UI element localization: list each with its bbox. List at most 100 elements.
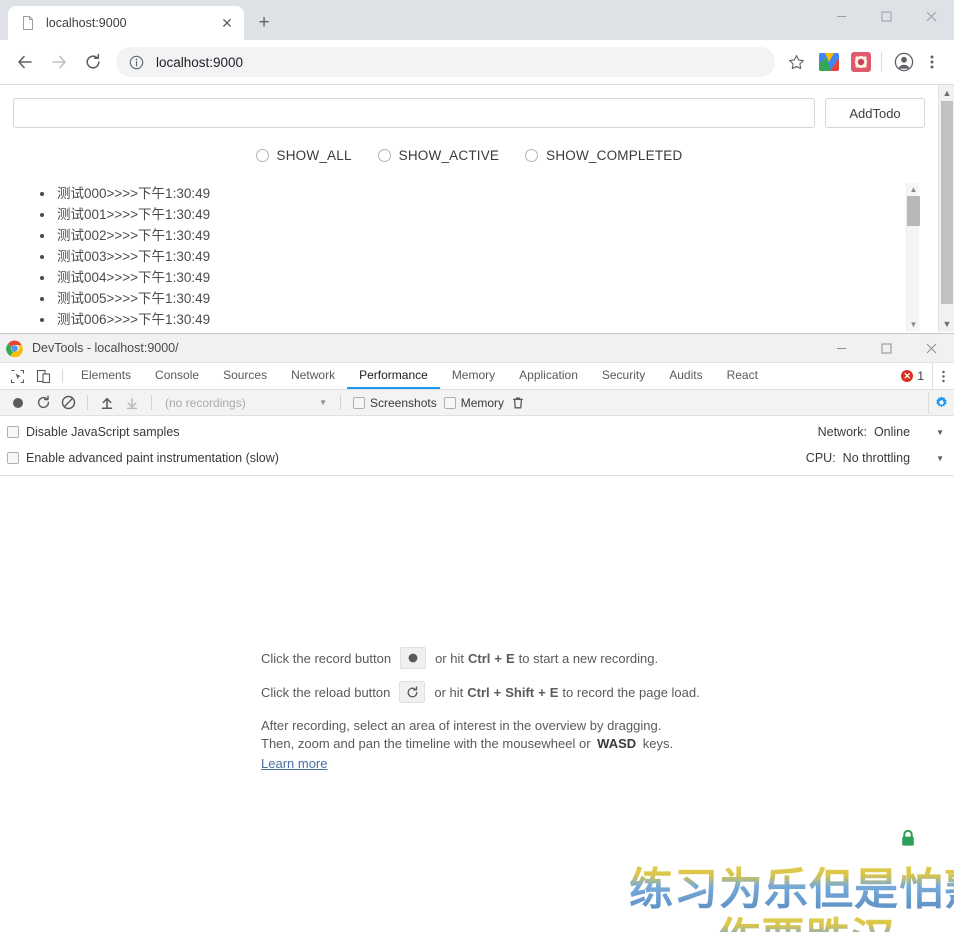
tab-performance[interactable]: Performance [347, 363, 440, 389]
tab-console[interactable]: Console [143, 363, 211, 389]
close-icon[interactable]: ✕ [218, 14, 236, 32]
shortcut-plus: + [538, 684, 546, 700]
reload-icon[interactable] [399, 681, 426, 703]
network-throttle-dropdown[interactable]: Online ▼ [874, 425, 944, 439]
clear-no-entry-icon[interactable] [57, 392, 79, 414]
filter-label: SHOW_ACTIVE [398, 148, 500, 163]
filter-show-completed[interactable]: SHOW_COMPLETED [525, 148, 682, 163]
record-circle-icon[interactable] [7, 392, 29, 414]
error-badge[interactable]: ✕ 1 [901, 363, 932, 389]
radio-icon[interactable] [255, 149, 269, 162]
profile-avatar-icon[interactable] [890, 48, 918, 76]
checkbox-icon[interactable] [7, 426, 19, 438]
tab-title: localhost:9000 [46, 16, 127, 30]
download-arrow-icon[interactable] [121, 392, 143, 414]
list-item[interactable]: 测试003>>>>下午1:30:49 [55, 246, 925, 267]
list-item[interactable]: 测试001>>>>下午1:30:49 [55, 204, 925, 225]
todo-text-input[interactable] [13, 98, 815, 128]
recordings-dropdown[interactable]: (no recordings) ▼ [160, 393, 332, 413]
checkbox-icon[interactable] [443, 396, 456, 409]
document-icon [20, 15, 36, 31]
filter-label: SHOW_COMPLETED [546, 148, 683, 163]
screenshots-checkbox[interactable]: Screenshots [353, 396, 437, 410]
advanced-paint-checkbox[interactable]: Enable advanced paint instrumentation (s… [7, 451, 279, 465]
toolbar-right [928, 391, 954, 414]
minimize-icon[interactable] [819, 0, 864, 32]
list-item[interactable]: 测试002>>>>下午1:30:49 [55, 225, 925, 246]
radio-icon[interactable] [525, 149, 539, 162]
landing-reload-line: Click the reload button or hit Ctrl + Sh… [261, 681, 700, 703]
landing-paragraph: After recording, select an area of inter… [261, 717, 693, 773]
performance-toolbar: (no recordings) ▼ Screenshots Memory [0, 390, 954, 416]
scroll-up-arrow-icon[interactable]: ▲ [907, 183, 920, 196]
scrollbar-thumb[interactable] [907, 196, 920, 226]
trash-icon[interactable] [507, 392, 529, 414]
cpu-throttle-dropdown[interactable]: No throttling ▼ [843, 451, 944, 465]
back-arrow-icon[interactable] [8, 45, 42, 79]
advanced-paint-label: Enable advanced paint instrumentation (s… [26, 451, 279, 465]
tab-react[interactable]: React [715, 363, 770, 389]
learn-more-link[interactable]: Learn more [261, 755, 327, 773]
shortcut-e: E [505, 650, 515, 666]
shortcut-e: E [549, 684, 559, 700]
close-icon[interactable] [909, 0, 954, 32]
shortcut-shift: Shift [505, 684, 535, 700]
new-tab-button[interactable]: + [250, 9, 278, 37]
tab-sources[interactable]: Sources [211, 363, 279, 389]
tab-audits[interactable]: Audits [657, 363, 714, 389]
close-icon[interactable] [909, 334, 954, 363]
forward-arrow-icon[interactable] [42, 45, 76, 79]
record-circle-icon[interactable] [400, 647, 427, 669]
list-item[interactable]: 测试004>>>>下午1:30:49 [55, 267, 925, 288]
devtools-title: DevTools - localhost:9000/ [32, 341, 179, 355]
chrome-logo-icon [6, 340, 23, 357]
checkbox-icon[interactable] [353, 396, 365, 409]
scroll-down-arrow-icon[interactable]: ▼ [939, 316, 954, 332]
checkbox-icon[interactable] [7, 452, 19, 464]
maximize-icon[interactable] [864, 334, 909, 363]
address-bar[interactable]: localhost:9000 [116, 47, 775, 77]
extension-colorful-icon[interactable] [817, 50, 841, 74]
list-item[interactable]: 测试000>>>>下午1:30:49 [55, 183, 925, 204]
add-todo-button[interactable]: AddTodo [825, 98, 925, 128]
three-dot-menu-icon[interactable] [918, 48, 946, 76]
disable-js-samples-label: Disable JavaScript samples [26, 425, 180, 439]
gear-icon[interactable] [928, 391, 954, 414]
page-scrollbar[interactable]: ▲ ▼ [938, 85, 954, 332]
filter-show-active[interactable]: SHOW_ACTIVE [377, 148, 500, 163]
todo-list-scrollbar[interactable]: ▲ ▼ [906, 183, 920, 331]
extension-red-icon[interactable] [849, 50, 873, 74]
toolbar-divider [151, 395, 152, 410]
upload-arrow-icon[interactable] [96, 392, 118, 414]
tab-elements[interactable]: Elements [69, 363, 143, 389]
inspect-element-icon[interactable] [4, 363, 30, 389]
tab-application[interactable]: Application [507, 363, 590, 389]
list-item[interactable]: 测试006>>>>下午1:30:49 [55, 309, 925, 330]
browser-tab[interactable]: localhost:9000 ✕ [8, 6, 244, 40]
reload-icon[interactable] [76, 45, 110, 79]
scroll-down-arrow-icon[interactable]: ▼ [907, 318, 920, 331]
reload-record-icon[interactable] [32, 392, 54, 414]
page-info-icon[interactable] [128, 54, 144, 70]
radio-icon[interactable] [377, 149, 391, 162]
maximize-icon[interactable] [864, 0, 909, 32]
toolbar-divider [62, 369, 63, 383]
tab-security[interactable]: Security [590, 363, 657, 389]
tab-strip: localhost:9000 ✕ + [0, 0, 954, 40]
list-item[interactable]: 测试005>>>>下午1:30:49 [55, 288, 925, 309]
device-toolbar-icon[interactable] [30, 363, 56, 389]
scrollbar-thumb[interactable] [941, 101, 953, 304]
filter-show-all[interactable]: SHOW_ALL [255, 148, 352, 163]
tab-memory[interactable]: Memory [440, 363, 507, 389]
bookmark-star-icon[interactable] [783, 49, 809, 75]
reload-line-prefix: Click the reload button [261, 684, 391, 700]
three-dot-menu-icon[interactable] [932, 363, 954, 389]
network-throttle-group: Network: Online ▼ [818, 425, 944, 439]
memory-checkbox[interactable]: Memory [443, 396, 504, 410]
scroll-up-arrow-icon[interactable]: ▲ [939, 85, 954, 101]
devtools-window-controls [819, 334, 954, 363]
minimize-icon[interactable] [819, 334, 864, 363]
disable-js-samples-checkbox[interactable]: Disable JavaScript samples [7, 425, 180, 439]
tab-network[interactable]: Network [279, 363, 347, 389]
recordings-value: (no recordings) [165, 395, 246, 410]
